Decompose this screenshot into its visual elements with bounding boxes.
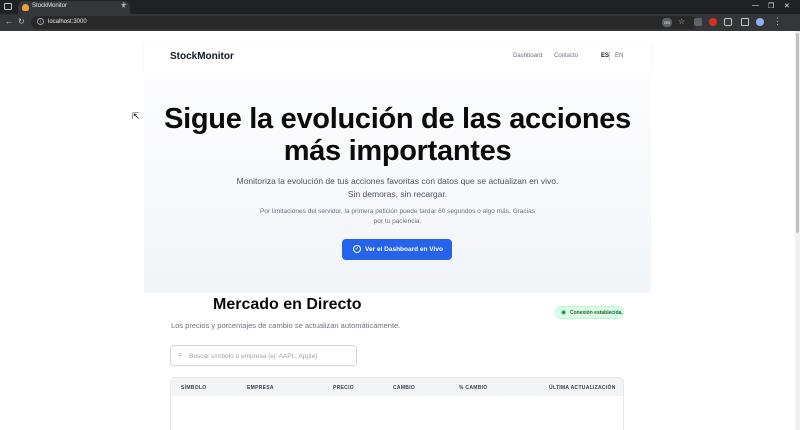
column-header-last-update[interactable]: ÚLTIMA ACTUALIZACIÓN: [549, 385, 616, 391]
browser-tab[interactable]: StockMonitor ✕: [18, 1, 130, 15]
translate-badge[interactable]: GB: [662, 18, 672, 27]
hero-title: Sigue la evolución de las acciones más i…: [144, 103, 651, 167]
extension-icon[interactable]: [694, 18, 702, 26]
favicon-icon: [22, 4, 29, 11]
site-logo[interactable]: StockMonitor: [170, 51, 234, 62]
cta-label: Ver el Dashboard en Vivo: [365, 246, 443, 253]
reload-icon[interactable]: ↻: [18, 17, 25, 27]
page-scrollbar[interactable]: [795, 31, 800, 430]
page-viewport: StockMonitor Dashboard Contacto ES EN Si…: [0, 31, 800, 430]
column-header-percent-change[interactable]: % CAMBIO: [459, 385, 488, 391]
view-dashboard-button[interactable]: ✓ Ver el Dashboard en Vivo: [342, 239, 452, 260]
minimize-button[interactable]: —: [752, 2, 759, 9]
address-bar[interactable]: i localhost:3000 GB ☆: [31, 16, 697, 29]
url-text[interactable]: localhost:3000: [48, 19, 87, 25]
table-header: SÍMBOLO EMPRESA PRECIO CAMBIO % CAMBIO Ú…: [171, 378, 623, 396]
lang-en-button[interactable]: EN: [615, 53, 623, 59]
lang-es-button[interactable]: ES: [601, 53, 609, 59]
hero-subtitle-line2: Sin demoras, sin recargar.: [347, 189, 448, 199]
market-subtitle: Los precios y porcentajes de cambio se a…: [171, 321, 401, 330]
hero-subtitle: Monitoriza la evolución de tus acciones …: [144, 175, 651, 201]
nav-dashboard-link[interactable]: Dashboard: [513, 53, 542, 59]
browser-toolbar: ← ↻ i localhost:3000 GB ☆ ⋮: [0, 14, 800, 31]
back-icon[interactable]: ←: [5, 17, 13, 27]
search-box[interactable]: ⌕: [170, 345, 357, 366]
column-header-company[interactable]: EMPRESA: [247, 385, 274, 391]
connection-status-badge: ◉ Conexión establecida.: [555, 306, 624, 319]
profile-avatar[interactable]: [756, 18, 764, 26]
stocks-table: SÍMBOLO EMPRESA PRECIO CAMBIO % CAMBIO Ú…: [170, 377, 624, 430]
market-title: Mercado en Directo: [213, 296, 362, 313]
search-icon: ⌕: [178, 350, 183, 359]
lang-divider: [609, 51, 610, 61]
maximize-button[interactable]: ❐: [768, 2, 774, 10]
check-circle-icon: ✓: [353, 245, 361, 253]
mouse-cursor-icon: ⇱: [132, 111, 140, 121]
column-header-price[interactable]: PRECIO: [333, 385, 354, 391]
tab-search-icon[interactable]: [4, 3, 12, 10]
new-tab-button[interactable]: +: [121, 1, 127, 11]
tab-title: StockMonitor: [32, 3, 68, 9]
nav-contacto-link[interactable]: Contacto: [554, 53, 578, 59]
sidebar-icon[interactable]: [741, 18, 749, 26]
hero-note-line1: Por limitaciones del servidor, la primer…: [260, 208, 535, 215]
hero-title-line1: Sigue la evolución de las acciones: [164, 103, 631, 135]
extension-red-icon[interactable]: [709, 18, 717, 26]
site-info-icon[interactable]: i: [37, 18, 44, 25]
bookmark-star-icon[interactable]: ☆: [678, 17, 685, 26]
hero-note: Por limitaciones del servidor, la primer…: [244, 207, 551, 227]
column-header-symbol[interactable]: SÍMBOLO: [181, 385, 206, 391]
hero-section: Sigue la evolución de las acciones más i…: [144, 71, 651, 293]
extension-puzzle-icon[interactable]: [724, 18, 732, 26]
wifi-icon: ◉: [561, 310, 567, 316]
close-window-button[interactable]: ✕: [784, 2, 790, 10]
column-header-change[interactable]: CAMBIO: [393, 385, 415, 391]
site-header: StockMonitor Dashboard Contacto ES EN: [144, 43, 651, 71]
hero-title-line2: más importantes: [283, 135, 512, 167]
browser-menu-icon[interactable]: ⋮: [773, 16, 782, 27]
connection-status-text: Conexión establecida.: [570, 310, 623, 316]
scrollbar-thumb[interactable]: [796, 33, 799, 233]
hero-note-line2: por tu paciencia.: [373, 218, 422, 225]
browser-tabbar: StockMonitor ✕ + — ❐ ✕: [0, 0, 800, 15]
hero-subtitle-line1: Monitoriza la evolución de tus acciones …: [236, 176, 559, 186]
search-input[interactable]: [189, 350, 349, 362]
